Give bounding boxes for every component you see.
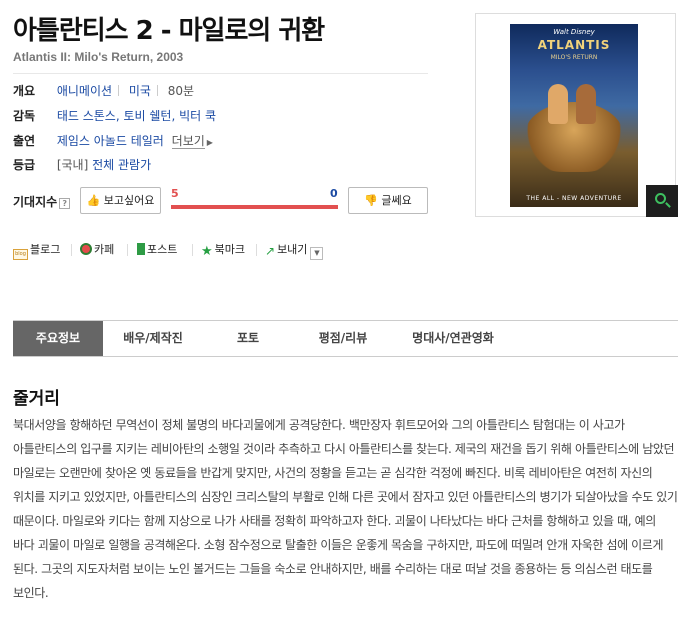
share-blog[interactable]: blog 블로그 <box>13 242 60 260</box>
share-cafe[interactable]: 카페 <box>80 242 114 258</box>
share-send[interactable]: ↗ 보내기 ▼ <box>265 242 324 260</box>
country-link[interactable]: 미국 <box>129 84 151 98</box>
poster-studio: Walt Disney <box>553 28 595 36</box>
poster-tagline: THE ALL - NEW ADVENTURE <box>526 195 622 202</box>
poster-logo: ATLANTIS <box>537 38 611 52</box>
synopsis-text: 북대서양을 항해하던 무역선이 정체 불명의 바다괴물에게 공격당한다. 백만장… <box>13 418 678 600</box>
expectation-label: 기대지수? <box>13 193 71 210</box>
chevron-down-icon[interactable]: ▼ <box>310 247 324 260</box>
cast-more-link[interactable]: 더보기 <box>171 134 205 149</box>
info-cast: 출연 제임스 아놀드 테일러 더보기 ▶ <box>13 133 213 149</box>
runtime-text: 80분 <box>167 84 195 98</box>
header-divider <box>13 73 428 74</box>
info-director: 감독 태드 스톤스, 토비 쉘턴, 빅터 쿡 <box>13 108 216 124</box>
zoom-button[interactable] <box>646 185 678 217</box>
tab-photo[interactable]: 포토 <box>203 321 293 356</box>
send-icon: ↗ <box>265 244 276 258</box>
expectation-bar <box>171 205 338 209</box>
share-post[interactable]: 포스트 <box>137 242 177 258</box>
post-icon <box>137 243 145 255</box>
tab-reviews[interactable]: 평점/리뷰 <box>298 321 388 356</box>
cast-link[interactable]: 제임스 아놀드 테일러 <box>57 134 164 148</box>
original-title: Atlantis II: Milo's Return, 2003 <box>13 50 184 64</box>
rating-link[interactable]: 전체 관람가 <box>92 158 151 172</box>
thumbs-up-icon: 👍 <box>86 194 101 207</box>
rating-region: [국내] <box>56 158 89 172</box>
share-bookmark[interactable]: ★ 북마크 <box>201 242 245 259</box>
tab-bar: 주요정보 배우/제작진 포토 평점/리뷰 명대사/연관영화 <box>13 320 678 357</box>
info-label-cast: 출연 <box>13 134 36 148</box>
want-to-see-button[interactable]: 👍 보고싶어요 <box>80 187 161 214</box>
star-icon: ★ <box>201 244 213 259</box>
info-label-overview: 개요 <box>13 84 36 98</box>
tab-main-info[interactable]: 주요정보 <box>13 321 103 356</box>
cafe-icon <box>80 243 92 255</box>
movie-poster[interactable]: Walt Disney ATLANTIS MILO'S RETURN THE A… <box>510 24 638 207</box>
info-rating: 등급 [국내] 전체 관람가 <box>13 157 151 173</box>
want-count: 5 <box>171 187 179 200</box>
synopsis-heading: 줄거리 <box>13 389 60 409</box>
poster-logo-sub: MILO'S RETURN <box>550 54 598 61</box>
thumbs-down-icon: 👎 <box>364 194 378 207</box>
poster-scene <box>524 102 624 172</box>
magnifier-icon <box>655 193 666 204</box>
poster-figure <box>576 84 596 124</box>
director-links[interactable]: 태드 스톤스, 토비 쉘턴, 빅터 쿡 <box>57 109 216 123</box>
movie-title: 아틀란티스 2 - 마일로의 귀환 <box>13 16 325 46</box>
not-sure-button[interactable]: 👎 글쎄요 <box>348 187 428 214</box>
blog-icon: blog <box>13 249 28 260</box>
tab-quotes-related[interactable]: 명대사/연관영화 <box>393 321 513 356</box>
info-label-rating: 등급 <box>13 158 36 172</box>
help-icon[interactable]: ? <box>59 198 71 209</box>
triangle-right-icon: ▶ <box>206 138 213 147</box>
tab-cast-crew[interactable]: 배우/제작진 <box>108 321 198 356</box>
genre-link[interactable]: 애니메이션 <box>57 84 112 98</box>
info-label-director: 감독 <box>13 109 36 123</box>
meh-count: 0 <box>330 187 338 200</box>
poster-figure <box>548 84 568 124</box>
info-overview: 개요 애니메이션 미국 80분 <box>13 83 194 99</box>
